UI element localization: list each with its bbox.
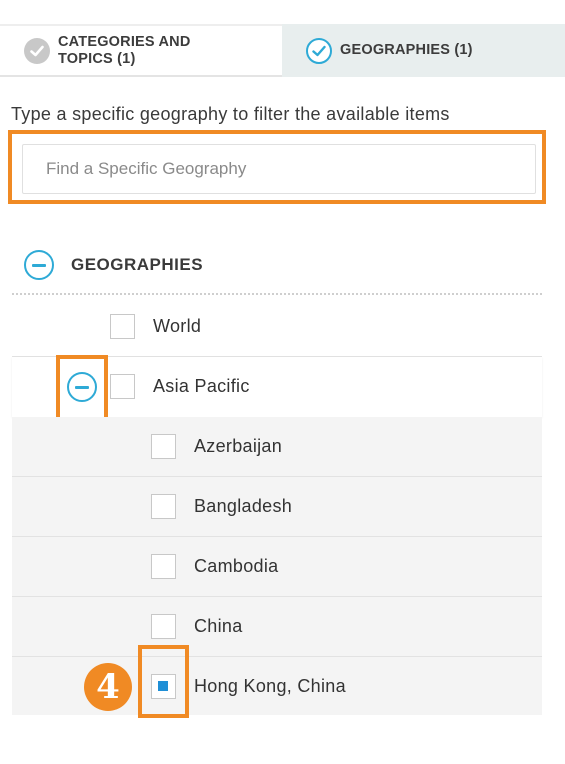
geographies-group-header[interactable]: GEOGRAPHIES [24, 250, 203, 280]
tree-row-label: Bangladesh [194, 496, 293, 516]
collapse-highlight [56, 355, 108, 425]
group-title: GEOGRAPHIES [71, 255, 204, 274]
tree-row-azerbaijan[interactable]: Azerbaijan [12, 417, 542, 477]
tree-row-world[interactable]: World [12, 297, 542, 357]
divider [12, 293, 542, 295]
active-check-icon [306, 37, 332, 64]
tree-row-bangladesh[interactable]: Bangladesh [12, 477, 542, 537]
tree-row-label: Asia Pacific [153, 376, 250, 396]
tree-row-label: World [153, 316, 202, 336]
tab-bar: CATEGORIES AND TOPICS (1) GEOGRAPHIES (1… [0, 24, 565, 77]
tree-row-cambodia[interactable]: Cambodia [12, 537, 542, 597]
tab-geographies-label: GEOGRAPHIES (1) [340, 42, 473, 58]
checkbox-world[interactable] [110, 314, 135, 339]
search-highlight [8, 130, 546, 204]
checkbox-asia-pacific[interactable] [110, 374, 135, 399]
filter-instructions: Type a specific geography to filter the … [11, 104, 450, 124]
checkbox-azerbaijan[interactable] [151, 434, 176, 459]
tab-categories-label: CATEGORIES AND TOPICS (1) [58, 33, 191, 67]
completed-check-icon [24, 37, 50, 64]
tree-row-china[interactable]: China [12, 597, 542, 657]
tree-row-label: Azerbaijan [194, 436, 283, 456]
tab-categories-and-topics[interactable]: CATEGORIES AND TOPICS (1) [0, 24, 282, 77]
checkbox-highlight [138, 645, 189, 718]
geography-search-input[interactable] [22, 144, 536, 194]
tab-geographies[interactable]: GEOGRAPHIES (1) [282, 24, 565, 77]
checkbox-cambodia[interactable] [151, 554, 176, 579]
collapse-icon[interactable] [24, 250, 54, 280]
checkbox-china[interactable] [151, 614, 176, 639]
tree-row-label: Cambodia [194, 556, 279, 576]
tree-row-label: Hong Kong, China [194, 676, 346, 696]
tree-row-label: China [194, 616, 243, 636]
checkbox-bangladesh[interactable] [151, 494, 176, 519]
step-badge: 4 [84, 663, 132, 711]
